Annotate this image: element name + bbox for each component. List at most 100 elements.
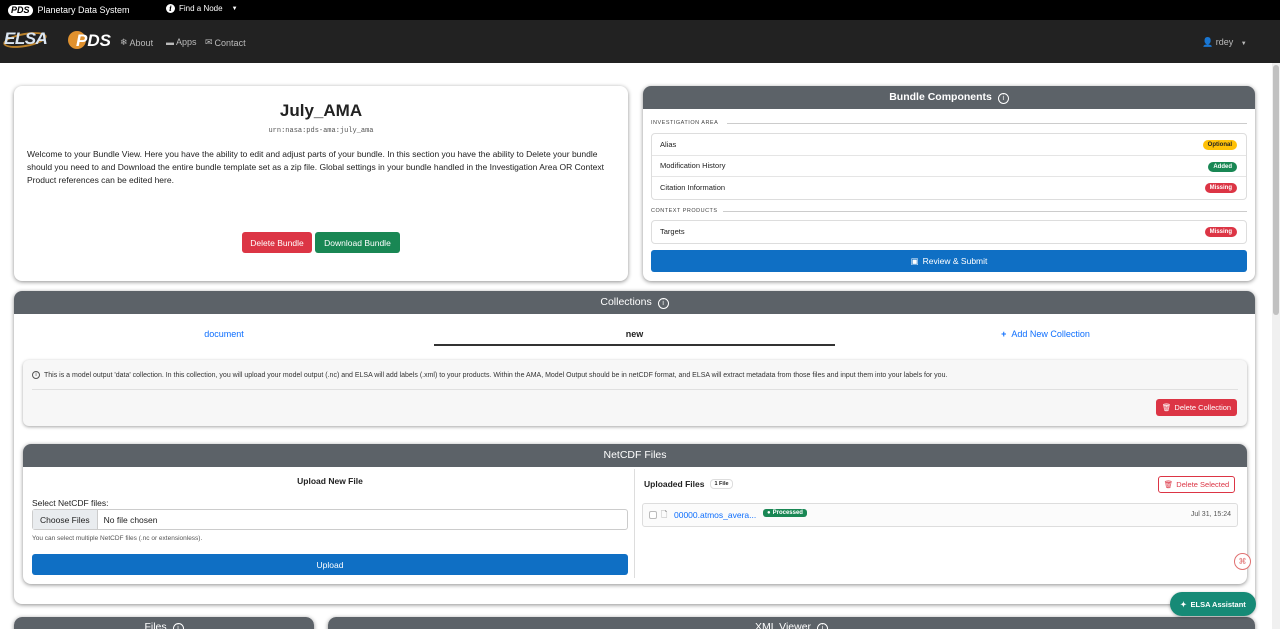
collections-title: Collections <box>600 296 652 308</box>
info-icon: i <box>166 4 175 13</box>
no-file-text: No file chosen <box>103 514 158 525</box>
user-menu[interactable]: 👤 rdey ▼ <box>1202 37 1247 48</box>
uploaded-files-heading: Uploaded Files 1 File <box>644 479 733 489</box>
xml-viewer-card: XML Viewer i <box>328 617 1255 629</box>
page-scrollbar[interactable] <box>1272 63 1280 629</box>
component-label: Citation Information <box>660 183 726 193</box>
divider <box>723 211 1247 212</box>
find-node-dropdown[interactable]: i Find a Node ▼ <box>166 4 238 13</box>
elsa-logo: ELSA <box>4 29 48 48</box>
xml-viewer-title: XML Viewer <box>755 621 812 629</box>
scrollbar-thumb[interactable] <box>1273 65 1279 315</box>
delete-selected-button[interactable]: 🗑 Delete Selected <box>1158 476 1235 493</box>
delete-selected-label: Delete Selected <box>1176 480 1230 489</box>
collection-info-text: This is a model output 'data' collection… <box>44 371 948 379</box>
bundle-urn: urn:nasa:pds-ama:july_ama <box>268 127 374 135</box>
file-input[interactable]: Choose Files No file chosen <box>32 509 628 530</box>
tab-new[interactable]: new <box>434 329 835 346</box>
files-card: Files i <box>14 617 314 629</box>
download-bundle-button[interactable]: Download Bundle <box>315 232 400 253</box>
review-submit-button[interactable]: ▣ Review & Submit <box>651 250 1247 272</box>
delete-collection-button[interactable]: 🗑 Delete Collection <box>1156 399 1237 416</box>
caret-down-icon: ▼ <box>1240 41 1247 47</box>
info-icon: i <box>32 371 40 379</box>
nav-apps-link[interactable]: ▬ Apps <box>166 37 197 47</box>
check-circle-icon: ● <box>767 510 771 516</box>
review-submit-label: Review & Submit <box>922 256 988 266</box>
info-icon[interactable]: i <box>816 623 828 629</box>
bundle-components-header: Bundle Components i <box>643 86 1255 109</box>
add-collection-label: Add New Collection <box>1011 329 1090 339</box>
info-icon[interactable]: i <box>657 298 669 309</box>
component-label: Targets <box>660 227 685 237</box>
upload-button[interactable]: Upload <box>32 554 628 575</box>
user-name: rdey <box>1215 37 1234 47</box>
plus-icon: + <box>1001 329 1007 339</box>
file-date: Jul 31, 15:24 <box>1190 511 1231 518</box>
pds-title[interactable]: Planetary Data System <box>38 5 130 15</box>
nav-contact-label: Contact <box>214 37 246 48</box>
component-targets[interactable]: Targets Missing <box>652 221 1246 243</box>
file-checkbox[interactable] <box>649 511 657 519</box>
component-citation-information[interactable]: Citation Information Missing <box>652 177 1246 199</box>
bundle-description: Welcome to your Bundle View. Here you ha… <box>27 149 604 185</box>
trash-icon: 🗑 <box>1161 403 1172 412</box>
nav-about-link[interactable]: ❄ About <box>120 37 153 48</box>
find-node-label: Find a Node <box>179 4 223 13</box>
collection-info-panel: i This is a model output 'data' collecti… <box>23 360 1247 426</box>
pds-nav-logo-text: PDS <box>76 31 111 50</box>
info-icon[interactable]: i <box>172 623 184 629</box>
upload-title: Upload New File <box>297 476 363 486</box>
nav-contact-link[interactable]: ✉ Contact <box>205 37 246 48</box>
select-files-label: Select NetCDF files: <box>32 498 109 508</box>
divider <box>32 389 1238 390</box>
collection-info-row: i This is a model output 'data' collecti… <box>32 371 947 379</box>
file-icon: 🗋 <box>661 510 668 519</box>
nav-apps-label: Apps <box>176 37 197 47</box>
investigation-area-label: INVESTIGATION AREA <box>651 120 719 126</box>
choose-files-button[interactable]: Choose Files <box>33 510 98 529</box>
sparkle-icon: ✦ <box>1180 599 1187 609</box>
elsa-assistant-label: ELSA Assistant <box>1190 599 1246 609</box>
user-icon: 👤 <box>1202 37 1214 47</box>
netcdf-header: NetCDF Files <box>23 444 1247 467</box>
status-badge: Optional <box>1202 140 1237 150</box>
files-header: Files i <box>14 617 314 629</box>
context-list: Targets Missing <box>651 220 1247 244</box>
processed-badge: ● Processed <box>763 509 807 517</box>
briefcase-icon: ▬ <box>166 37 174 47</box>
status-badge: Missing <box>1204 183 1237 193</box>
snowflake-icon: ❄ <box>120 37 128 47</box>
files-title: Files <box>144 621 167 629</box>
tab-add-new-collection[interactable]: + Add New Collection <box>836 329 1255 339</box>
file-row: 🗋 00000.atmos_avera... ● Processed Jul 3… <box>642 503 1238 527</box>
pds-logo[interactable]: PDS <box>8 4 33 16</box>
xml-viewer-header: XML Viewer i <box>328 617 1255 629</box>
column-divider <box>634 469 635 578</box>
status-badge: Missing <box>1204 227 1237 237</box>
delete-bundle-button[interactable]: Delete Bundle <box>242 232 312 253</box>
bundle-components-title: Bundle Components <box>889 91 992 103</box>
pdf-icon[interactable]: ⌘ <box>1234 553 1251 570</box>
pds-top-bar: PDS Planetary Data System i Find a Node … <box>0 0 1280 20</box>
investigation-list: Alias Optional Modification History Adde… <box>651 133 1247 200</box>
component-alias[interactable]: Alias Optional <box>652 134 1246 156</box>
component-label: Modification History <box>660 161 726 171</box>
collections-header: Collections i <box>14 291 1255 314</box>
bundle-card: July_AMA urn:nasa:pds-ama:july_ama Welco… <box>14 86 628 281</box>
tab-document[interactable]: document <box>14 329 434 339</box>
context-products-label: CONTEXT PRODUCTS <box>651 208 718 214</box>
info-icon[interactable]: i <box>997 93 1009 104</box>
status-badge: Added <box>1208 161 1237 172</box>
bundle-title: July_AMA <box>279 101 363 120</box>
file-name-link[interactable]: 00000.atmos_avera... <box>674 510 756 520</box>
processed-label: Processed <box>772 510 803 516</box>
divider <box>727 123 1247 124</box>
caret-down-icon: ▼ <box>231 5 238 12</box>
bundle-components-card: Bundle Components i INVESTIGATION AREA A… <box>643 86 1255 281</box>
uploaded-files-title: Uploaded Files <box>644 479 705 489</box>
trash-icon: 🗑 <box>1163 480 1174 489</box>
component-modification-history[interactable]: Modification History Added <box>652 156 1246 177</box>
upload-help-text: You can select multiple NetCDF files (.n… <box>32 535 203 542</box>
elsa-assistant-button[interactable]: ✦ ELSA Assistant <box>1170 592 1256 616</box>
